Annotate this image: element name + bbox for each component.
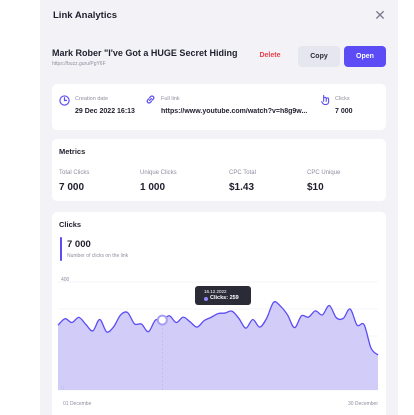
clicks-chart[interactable]: 400001 Decembe30 December bbox=[40, 0, 398, 415]
link-analytics-panel: Link Analytics ✕ Mark Rober "I've Got a … bbox=[40, 0, 398, 415]
x-tick-label-start: 01 Decembe bbox=[63, 401, 92, 407]
chart-hover-point bbox=[156, 314, 168, 326]
y-tick-label-max: 400 bbox=[61, 277, 70, 283]
background-right bbox=[398, 0, 414, 415]
tooltip-series-dot bbox=[204, 297, 208, 301]
tooltip-value: Clicks: 259 bbox=[210, 295, 239, 301]
chart-tooltip: 16.12.2022 Clicks: 259 bbox=[195, 286, 251, 305]
chart-area-fill bbox=[58, 301, 378, 390]
background-left bbox=[0, 0, 40, 415]
tooltip-date: 16.12.2022 bbox=[204, 289, 227, 294]
x-tick-label-end: 30 December bbox=[348, 401, 378, 407]
